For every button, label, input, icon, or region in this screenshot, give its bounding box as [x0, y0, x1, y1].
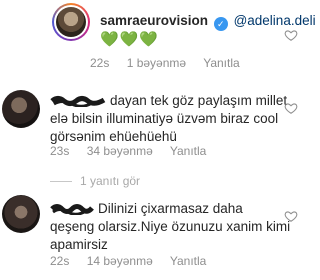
like-count[interactable]: 1 bəyənmə	[127, 56, 186, 70]
redacted-username	[50, 96, 106, 107]
avatar-samraeurovision[interactable]	[52, 3, 90, 41]
comment-2-line-2: elə bilsin illuminatiyə üzvəm biraz cool	[50, 111, 279, 126]
comment-2-line-3: görsənim ehüehüehü	[50, 129, 177, 144]
comment-thread: samraeurovision ✓ @adelina.deli 💚💚💚 22s …	[0, 0, 316, 280]
timestamp: 22s	[50, 254, 70, 268]
mention-link[interactable]: @adelina.deli	[234, 13, 316, 28]
view-replies-button[interactable]: 1 yanıtı gör	[50, 174, 140, 188]
username[interactable]: samraeurovision	[100, 13, 208, 28]
comment-2-line-1: dayan tek göz paylaşım millet	[50, 92, 287, 109]
avatar[interactable]	[2, 90, 40, 128]
like-heart-icon[interactable]	[284, 101, 298, 115]
reply-button[interactable]: Yanıtla	[170, 254, 206, 268]
like-heart-icon[interactable]	[284, 28, 298, 42]
comment-2-meta: 23s 34 bəyənmə Yanıtla	[50, 144, 220, 158]
timestamp: 22s	[90, 56, 110, 70]
reply-button[interactable]: Yanıtla	[170, 144, 206, 158]
timestamp: 23s	[50, 144, 70, 158]
like-count[interactable]: 34 bəyənmə	[87, 144, 153, 158]
avatar[interactable]	[2, 195, 40, 233]
comment-3-line-3: apamirsiz	[50, 237, 108, 252]
like-heart-icon[interactable]	[284, 209, 298, 223]
redacted-username	[50, 204, 94, 215]
reply-button[interactable]: Yanıtla	[203, 56, 239, 70]
green-heart-emoji: 💚💚💚	[100, 31, 160, 48]
verified-badge-icon: ✓	[213, 17, 228, 31]
comment-3-meta: 22s 14 bəyənmə Yanıtla	[50, 254, 220, 268]
comment-1-meta: 22s 1 bəyənmə Yanıtla	[90, 56, 254, 70]
divider	[50, 181, 72, 183]
like-count[interactable]: 14 bəyənmə	[87, 254, 153, 268]
comment-3-line-2: qeşeng olarsiz.Niye özunuzu xanim kimi	[50, 219, 291, 234]
comment-3-line-1: Dilinizi çixarmasaz daha	[50, 200, 243, 217]
